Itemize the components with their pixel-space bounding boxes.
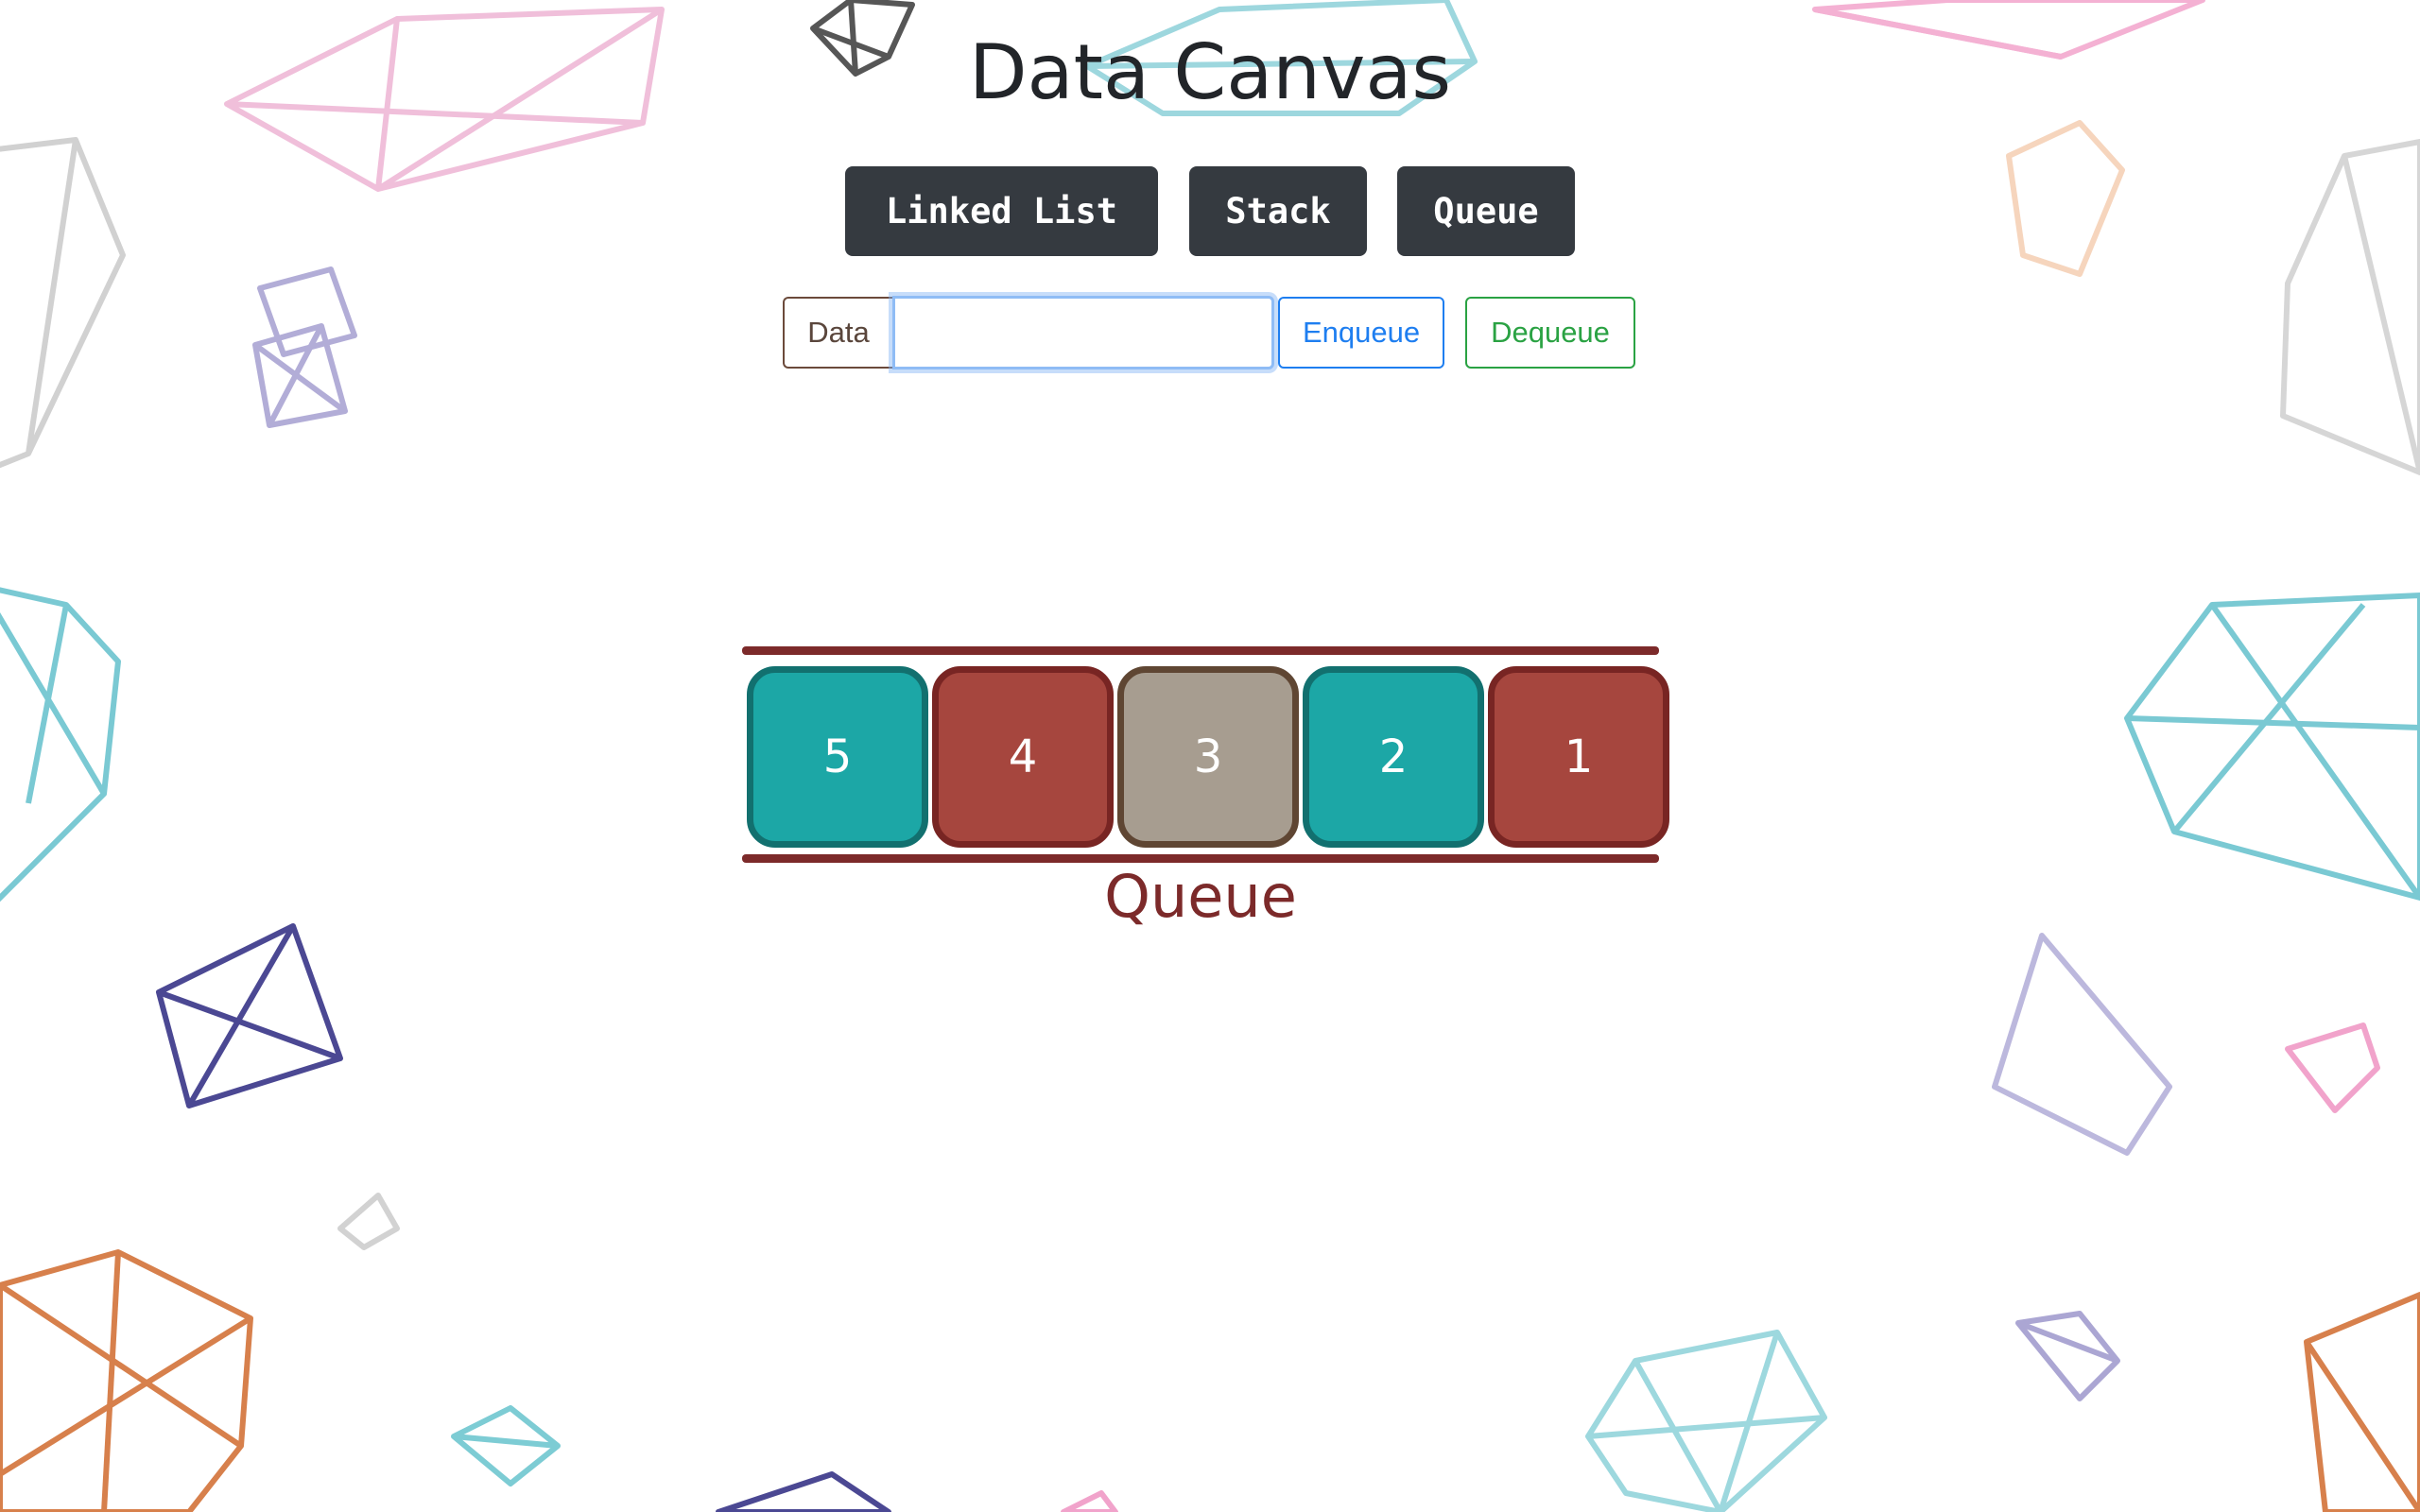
data-input[interactable] — [892, 296, 1274, 369]
linked-list-button[interactable]: Linked List — [845, 166, 1158, 256]
stack-button[interactable]: Stack — [1189, 166, 1367, 256]
queue-node: 2 — [1303, 666, 1484, 848]
queue-top-rail — [742, 646, 1659, 655]
queue-button[interactable]: Queue — [1397, 166, 1575, 256]
queue-node: 1 — [1488, 666, 1669, 848]
queue-label: Queue — [1104, 862, 1297, 931]
page-title: Data Canvas — [968, 28, 1452, 116]
queue-container: 5 4 3 2 1 — [747, 666, 1669, 848]
dequeue-button[interactable]: Dequeue — [1465, 297, 1635, 369]
data-input-group: Data — [783, 296, 1274, 369]
queue-node: 5 — [747, 666, 928, 848]
queue-node: 3 — [1117, 666, 1299, 848]
queue-node: 4 — [932, 666, 1114, 848]
enqueue-button[interactable]: Enqueue — [1278, 297, 1444, 369]
data-input-label: Data — [783, 297, 892, 369]
